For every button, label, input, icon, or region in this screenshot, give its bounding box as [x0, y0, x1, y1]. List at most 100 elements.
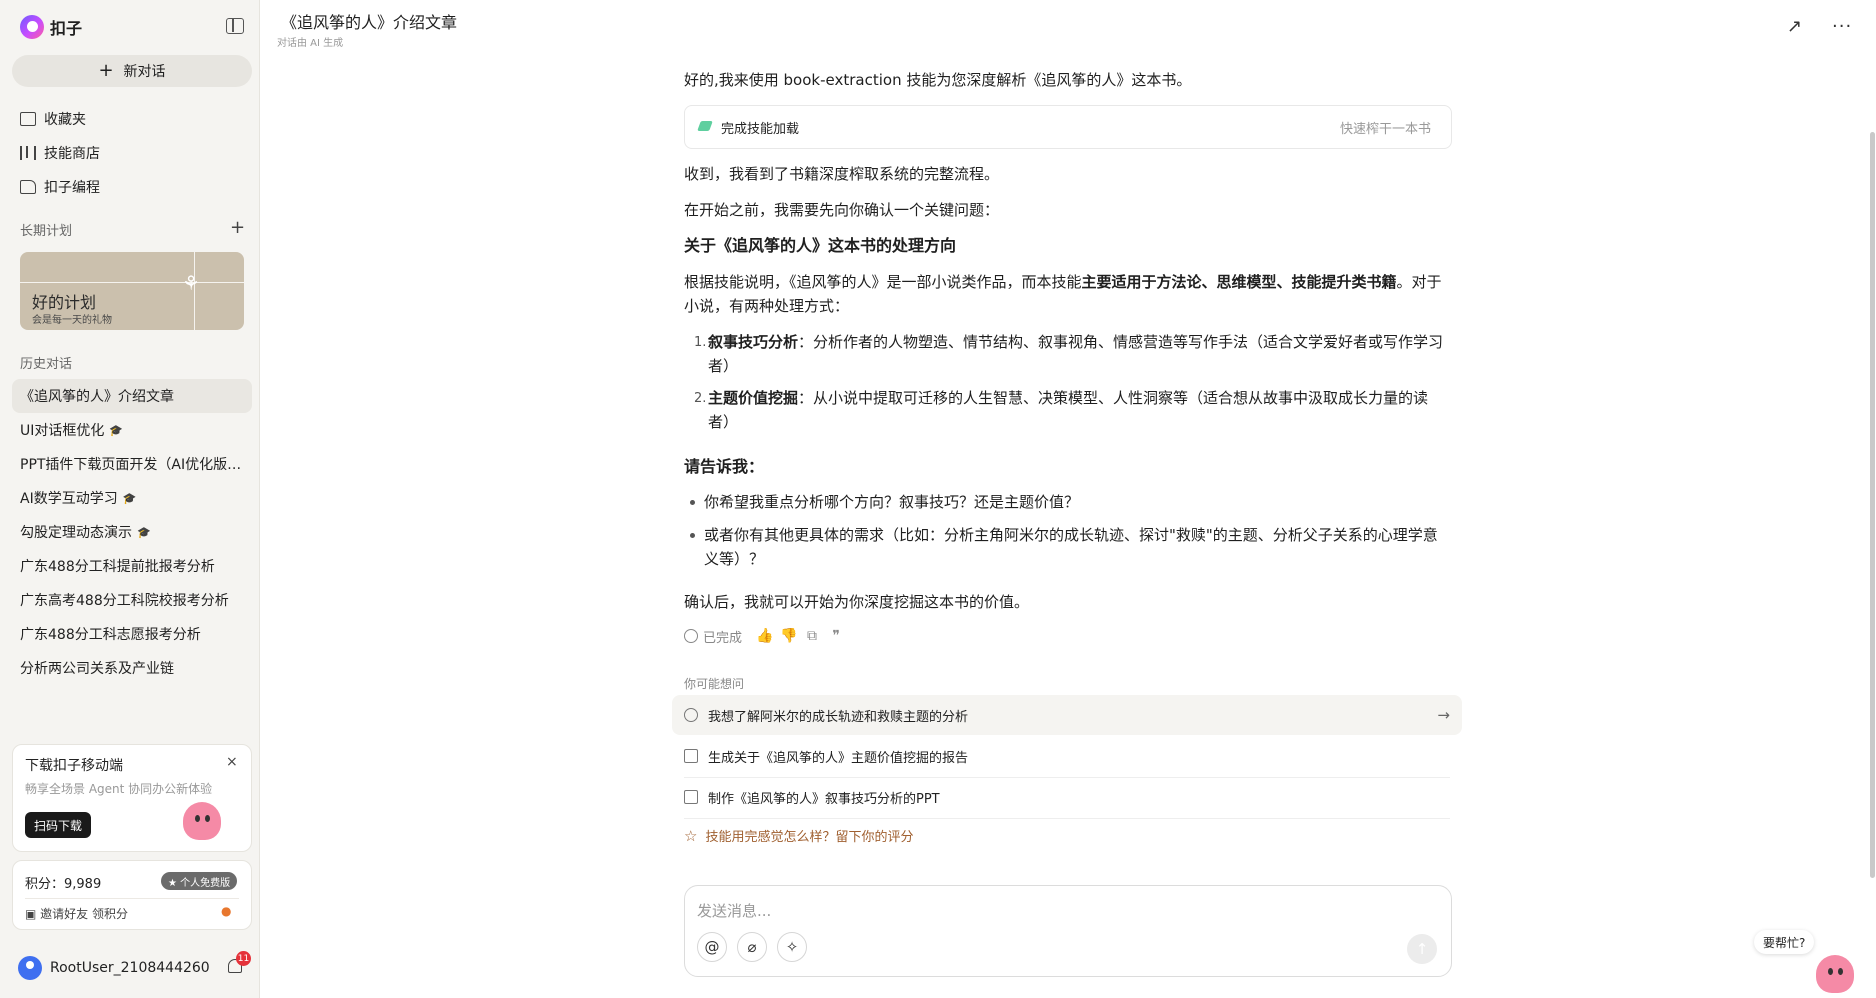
plan-badge[interactable]: ★ 个人免费版: [161, 872, 238, 890]
bullet-item: 或者你有其他更具体的需求（比如：分析主角阿米尔的成长轨迹、探讨"救赎"的主题、分…: [704, 526, 1438, 568]
message-heading: 关于《追风筝的人》这本书的处理方向: [684, 236, 957, 255]
nav-skill-store[interactable]: 技能商店: [20, 142, 100, 164]
list-item-bold: 主题价值挖掘: [708, 389, 799, 407]
nav-favorites[interactable]: 收藏夹: [20, 108, 86, 130]
bullet-dot: [690, 500, 695, 505]
history-item-label: UI对话框优化: [20, 423, 105, 439]
history-item[interactable]: 广东488分工科提前批报考分析: [12, 549, 252, 583]
divider: [25, 898, 239, 899]
page-subtitle: 对话由 AI 生成: [277, 38, 344, 49]
plan-section-title: 长期计划: [20, 224, 73, 239]
copy-icon[interactable]: ⧉: [804, 628, 820, 644]
close-icon[interactable]: ×: [226, 754, 238, 770]
history-item-label: 广东488分工科提前批报考分析: [20, 559, 215, 575]
history-item[interactable]: 广东488分工科志愿报考分析: [12, 617, 252, 651]
thumbs-up-icon[interactable]: 👍: [756, 628, 773, 644]
add-plan-icon[interactable]: +: [230, 219, 245, 237]
sidebar-toggle-icon[interactable]: [226, 18, 244, 34]
history-item[interactable]: AI数学互动学习 🎓: [12, 481, 252, 515]
list-item-bold: 叙事技巧分析: [708, 333, 799, 351]
gift-icon: ▣: [25, 907, 41, 921]
help-mascot-icon[interactable]: [1816, 955, 1854, 993]
avatar[interactable]: [18, 956, 42, 980]
rate-skill-link[interactable]: ☆ 技能用完感觉怎么样？留下你的评分: [684, 826, 914, 846]
skill-cube-icon: [697, 121, 713, 131]
more-icon[interactable]: ···: [1832, 16, 1852, 37]
skill-load-card[interactable]: 完成技能加载 快速榨干一本书: [684, 105, 1452, 149]
nav-coding-label: 扣子编程: [44, 180, 100, 196]
attachment-icon[interactable]: ⌀: [737, 932, 767, 962]
suggestion-text: 生成关于《追风筝的人》主题价值挖掘的报告: [708, 750, 969, 766]
arrow-right-icon: →: [1437, 706, 1450, 724]
app-name: 扣子: [50, 19, 83, 38]
invite-friends-link[interactable]: ▣ 邀请好友 领积分: [25, 905, 128, 922]
nav-coding[interactable]: 扣子编程: [20, 176, 100, 198]
history-item-label: 分析两公司关系及产业链: [20, 661, 174, 677]
history-item-label: 《追风筝的人》介绍文章: [20, 389, 174, 405]
new-chat-label: 新对话: [123, 64, 166, 80]
mascot-eye: [205, 815, 210, 822]
history-item[interactable]: 分析两公司关系及产业链: [12, 651, 252, 685]
gift-bow-icon: ⚘: [182, 271, 200, 295]
history-item[interactable]: UI对话框优化 🎓: [12, 413, 252, 447]
promo-subtitle: 畅享全场景 Agent 协同办公新体验: [25, 782, 213, 796]
message-paragraph: 根据技能说明，《追风筝的人》是一部小说类作品，而本技能主要适用于方法论、思维模型…: [684, 270, 1454, 318]
notification-count-badge: 11: [236, 951, 251, 966]
fire-icon: ●: [221, 904, 232, 918]
plan-card-subtitle: 会是每一天的礼物: [32, 315, 112, 326]
list-item-text: ：分析作者的人物塑造、情节结构、叙事视角、情感营造等写作手法（适合文学爱好者或写…: [708, 333, 1444, 375]
scrollbar[interactable]: [1870, 132, 1875, 878]
lightbulb-icon[interactable]: ✧: [777, 932, 807, 962]
message-paragraph: 确认后，我就可以开始为你深度挖掘这本书的价值。: [684, 593, 1030, 611]
send-button[interactable]: ↑: [1407, 934, 1437, 964]
status-label: 已完成: [703, 630, 743, 646]
list-number: 2.: [694, 391, 707, 406]
history-item-label: AI数学互动学习: [20, 491, 118, 507]
quote-icon[interactable]: ❞: [828, 628, 844, 644]
message-composer: @ ⌀ ✧ ↑: [684, 885, 1452, 977]
history-item[interactable]: 勾股定理动态演示 🎓: [12, 515, 252, 549]
history-section-title: 历史对话: [20, 357, 73, 372]
history-item[interactable]: 《追风筝的人》介绍文章: [12, 379, 252, 413]
share-icon[interactable]: ↗: [1787, 18, 1807, 36]
message-input[interactable]: [697, 898, 1437, 924]
bullet-dot: [690, 533, 695, 538]
chat-bubble-icon: [684, 708, 698, 722]
graduation-cap-icon: 🎓: [109, 423, 124, 437]
books-icon: [20, 146, 36, 160]
slides-icon: [684, 790, 698, 804]
code-icon: [20, 180, 36, 194]
plan-card-title: 好的计划: [32, 293, 97, 312]
thumbs-down-icon[interactable]: 👎: [780, 628, 797, 644]
scan-download-button[interactable]: 扫码下载: [25, 812, 92, 838]
app-logo[interactable]: 扣子: [20, 14, 82, 40]
logo-icon: [20, 15, 44, 39]
nav-skill-store-label: 技能商店: [44, 146, 100, 162]
mascot-eye: [1838, 968, 1843, 975]
help-tooltip[interactable]: 要帮忙?: [1754, 930, 1815, 954]
username: RootUser_2108444260: [50, 960, 210, 976]
text-fragment: 根据技能说明，《追风筝的人》是一部小说类作品，而本技能: [684, 273, 1082, 291]
points-balance: 积分：9,989: [25, 877, 102, 892]
document-icon: [684, 749, 698, 763]
history-item-label: PPT插件下载页面开发（AI优化版…: [20, 457, 242, 473]
skill-name: 快速榨干一本书: [1339, 122, 1431, 137]
plan-card[interactable]: ⚘ 好的计划 会是每一天的礼物: [20, 252, 244, 330]
rate-text: 技能用完感觉怎么样？留下你的评分: [705, 830, 914, 845]
mention-icon[interactable]: @: [697, 932, 727, 962]
mobile-download-promo: 下载扣子移动端 × 畅享全场景 Agent 协同办公新体验 扫码下载: [12, 744, 252, 852]
history-item[interactable]: 广东高考488分工科院校报考分析: [12, 583, 252, 617]
mascot-eye: [195, 815, 200, 822]
history-item[interactable]: PPT插件下载页面开发（AI优化版…: [12, 447, 252, 481]
user-profile[interactable]: RootUser_2108444260 11: [18, 951, 251, 981]
mascot-eye: [1828, 968, 1833, 975]
suggestion-text: 制作《追风筝的人》叙事技巧分析的PPT: [708, 791, 940, 807]
divider: [684, 818, 1450, 819]
suggestion-item[interactable]: 制作《追风筝的人》叙事技巧分析的PPT: [672, 777, 1462, 817]
star-icon: ☆: [684, 826, 698, 845]
suggestion-item[interactable]: 我想了解阿米尔的成长轨迹和救赎主题的分析 →: [672, 695, 1462, 735]
suggestion-item[interactable]: 生成关于《追风筝的人》主题价值挖掘的报告: [672, 736, 1462, 776]
new-chat-button[interactable]: + 新对话: [12, 55, 252, 87]
message-paragraph: 在开始之前，我需要先向你确认一个关键问题：: [684, 201, 1000, 219]
plus-icon: +: [98, 60, 114, 81]
